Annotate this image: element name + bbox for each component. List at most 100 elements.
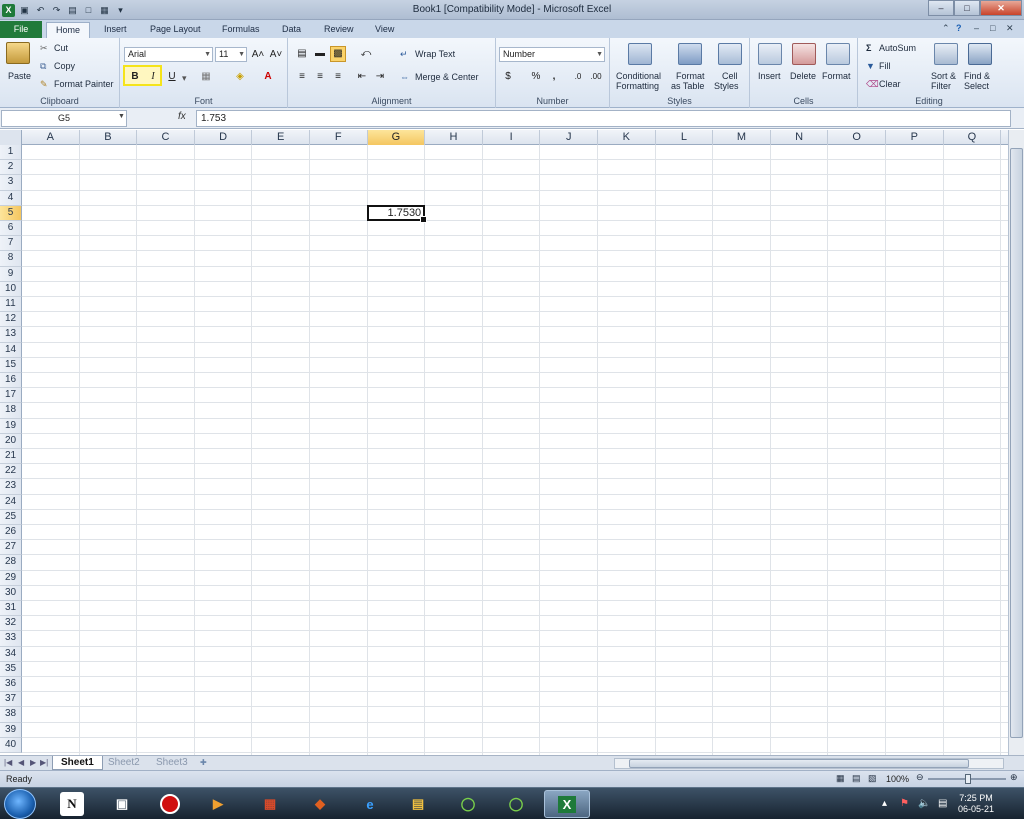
page-layout-view-icon[interactable]: ▤	[852, 773, 861, 784]
conditional-formatting-line2[interactable]: Formatting	[616, 81, 659, 91]
name-box[interactable]: G5	[1, 110, 127, 127]
next-sheet-icon[interactable]: ▶	[30, 758, 36, 767]
decrease-indent-icon[interactable]: ⇤	[354, 69, 370, 85]
row-header-24[interactable]: 24	[0, 494, 22, 510]
sort-filter-line2[interactable]: Filter	[931, 81, 951, 91]
zoom-out-icon[interactable]: ⊖	[916, 772, 924, 783]
volume-icon[interactable]: 🔈	[918, 798, 930, 809]
row-header-19[interactable]: 19	[0, 418, 22, 434]
page-break-view-icon[interactable]: ▧	[868, 773, 877, 784]
app-icon-4[interactable]: ◯	[498, 790, 534, 818]
align-right-icon[interactable]: ≡	[330, 69, 346, 85]
row-header-22[interactable]: 22	[0, 464, 22, 480]
column-header-e[interactable]: E	[252, 130, 310, 145]
copy-icon[interactable]: ⧉	[40, 61, 46, 72]
column-header-k[interactable]: K	[598, 130, 656, 145]
italic-button[interactable]: I	[145, 69, 161, 85]
tab-page-layout[interactable]: Page Layout	[141, 22, 210, 38]
chevron-down-icon[interactable]: ▾	[182, 73, 187, 84]
close-button[interactable]: ✕	[980, 0, 1022, 16]
start-button[interactable]	[4, 789, 36, 819]
doc-minimize-icon[interactable]: –	[974, 23, 979, 33]
align-left-icon[interactable]: ≡	[294, 69, 310, 85]
underline-button[interactable]: U	[164, 69, 180, 85]
font-size-combo[interactable]: 11 ▼	[215, 47, 247, 62]
row-header-14[interactable]: 14	[0, 342, 22, 358]
minimize-button[interactable]: –	[928, 0, 954, 16]
align-center-icon[interactable]: ≡	[312, 69, 328, 85]
wrap-text-icon[interactable]: ↵	[400, 49, 408, 60]
maximize-button[interactable]: □	[954, 0, 980, 16]
row-header-12[interactable]: 12	[0, 312, 22, 328]
fill-icon[interactable]: ▼	[866, 61, 875, 71]
row-header-34[interactable]: 34	[0, 646, 22, 662]
excel-taskbar-icon[interactable]: X	[544, 790, 590, 818]
column-header-b[interactable]: B	[80, 130, 138, 145]
tab-insert[interactable]: Insert	[95, 22, 136, 38]
paste-button[interactable]: Paste	[8, 71, 31, 81]
align-middle-icon[interactable]: ▬	[312, 46, 328, 62]
merge-center-icon[interactable]: ⇔	[400, 72, 409, 82]
row-header-30[interactable]: 30	[0, 585, 22, 601]
find-select-line1[interactable]: Find &	[964, 71, 990, 81]
borders-icon[interactable]: ▦	[198, 69, 214, 85]
format-cells-icon[interactable]	[826, 43, 850, 65]
row-header-35[interactable]: 35	[0, 661, 22, 677]
autosum-icon[interactable]: Σ	[866, 43, 871, 53]
row-header-9[interactable]: 9	[0, 266, 22, 282]
column-header-o[interactable]: O	[828, 130, 886, 145]
insert-function-icon[interactable]: fx	[178, 111, 186, 122]
row-header-3[interactable]: 3	[0, 175, 22, 191]
row-header-4[interactable]: 4	[0, 190, 22, 206]
file-explorer-icon[interactable]: ▤	[400, 790, 436, 818]
record-icon[interactable]	[152, 790, 188, 818]
format-as-table-line1[interactable]: Format	[676, 71, 705, 81]
paste-icon[interactable]	[6, 42, 30, 64]
font-name-combo[interactable]: Arial ▼	[124, 47, 213, 62]
row-header-16[interactable]: 16	[0, 373, 22, 389]
column-header-c[interactable]: C	[137, 130, 195, 145]
action-center-icon[interactable]: ⚑	[900, 798, 909, 809]
row-header-40[interactable]: 40	[0, 737, 22, 753]
row-header-2[interactable]: 2	[0, 160, 22, 176]
find-select-line2[interactable]: Select	[964, 81, 989, 91]
column-header-m[interactable]: M	[713, 130, 771, 145]
winrar-icon[interactable]: ▣	[104, 790, 140, 818]
minimize-ribbon-icon[interactable]: ⌃	[942, 23, 950, 34]
sheet-tab-sheet3[interactable]: Sheet3	[148, 756, 196, 770]
last-sheet-icon[interactable]: ▶|	[40, 758, 48, 767]
find-select-icon[interactable]	[968, 43, 992, 65]
row-header-7[interactable]: 7	[0, 236, 22, 252]
clock[interactable]: 7:25 PM 06-05-21	[958, 793, 994, 815]
row-header-29[interactable]: 29	[0, 570, 22, 586]
first-sheet-icon[interactable]: |◀	[4, 758, 12, 767]
vertical-scrollbar[interactable]	[1008, 130, 1024, 755]
tab-data[interactable]: Data	[273, 22, 310, 38]
tab-review[interactable]: Review	[315, 22, 363, 38]
column-header-i[interactable]: I	[483, 130, 541, 145]
column-header-j[interactable]: J	[540, 130, 598, 145]
number-format-combo[interactable]: Number ▼	[499, 47, 605, 62]
column-header-f[interactable]: F	[310, 130, 368, 145]
format-as-table-line2[interactable]: as Table	[671, 81, 704, 91]
sheet-tab-sheet1[interactable]: Sheet1	[52, 756, 103, 770]
cell-styles-icon[interactable]	[718, 43, 742, 65]
format-painter-button[interactable]: Format Painter	[54, 79, 114, 89]
row-header-6[interactable]: 6	[0, 221, 22, 237]
chevron-down-icon[interactable]: ▼	[118, 113, 125, 120]
column-header-q[interactable]: Q	[944, 130, 1002, 145]
zoom-in-icon[interactable]: ⊕	[1010, 772, 1018, 783]
insert-cells-button[interactable]: Insert	[758, 71, 781, 81]
increase-decimal-icon[interactable]: .0	[570, 69, 586, 85]
bold-button[interactable]: B	[127, 69, 143, 85]
doc-restore-icon[interactable]: □	[990, 23, 995, 33]
sort-filter-icon[interactable]	[934, 43, 958, 65]
row-header-10[interactable]: 10	[0, 281, 22, 297]
shrink-font-button[interactable]: A˅	[268, 47, 284, 63]
comma-button[interactable]: ,	[546, 69, 562, 85]
row-header-26[interactable]: 26	[0, 525, 22, 541]
insert-worksheet-icon[interactable]: ✚	[200, 758, 207, 767]
orientation-icon[interactable]: ⤺	[358, 46, 374, 62]
delete-cells-button[interactable]: Delete	[790, 71, 816, 81]
show-hidden-icons[interactable]: ▴	[882, 798, 887, 809]
